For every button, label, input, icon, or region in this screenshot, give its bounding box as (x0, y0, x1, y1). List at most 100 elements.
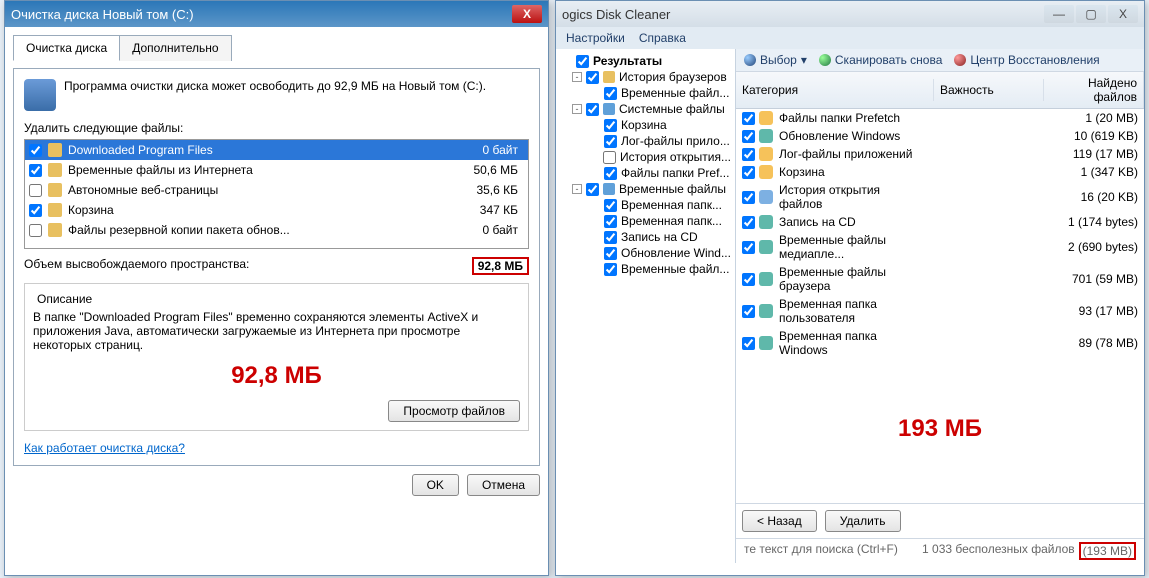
results-tree[interactable]: Результаты-История браузеровВременные фа… (556, 49, 736, 563)
grid-row[interactable]: Временные файлы медиапле... 2 (690 bytes… (736, 231, 1144, 263)
maximize-button[interactable]: ▢ (1076, 5, 1106, 23)
tree-checkbox[interactable] (604, 247, 617, 260)
grid-row[interactable]: Временные файлы браузера 701 (59 MB) (736, 263, 1144, 295)
file-row[interactable]: Автономные веб-страницы 35,6 КБ (25, 180, 528, 200)
how-link[interactable]: Как работает очистка диска? (24, 441, 185, 455)
tree-row[interactable]: -История браузеров (556, 69, 735, 85)
col-found[interactable]: Найдено файлов (1044, 72, 1144, 108)
row-checkbox[interactable] (742, 273, 755, 286)
file-icon (48, 183, 62, 197)
tree-label: Временные файл... (621, 86, 729, 100)
cancel-button[interactable]: Отмена (467, 474, 540, 496)
tree-row[interactable]: Временные файл... (556, 261, 735, 277)
file-checkbox[interactable] (29, 184, 42, 197)
grid-row[interactable]: Временная папка Windows 89 (78 MB) (736, 327, 1144, 359)
files-listbox[interactable]: Downloaded Program Files 0 байт Временны… (24, 139, 529, 249)
row-checkbox[interactable] (742, 305, 755, 318)
view-files-button[interactable]: Просмотр файлов (388, 400, 520, 422)
expander-icon[interactable]: - (572, 184, 582, 194)
tree-checkbox[interactable] (604, 119, 617, 132)
tree-row[interactable]: История открытия... (556, 149, 735, 165)
menu-settings[interactable]: Настройки (566, 31, 625, 45)
tree-checkbox[interactable] (586, 103, 599, 116)
tree-row[interactable]: -Системные файлы (556, 101, 735, 117)
file-row[interactable]: Временные файлы из Интернета 50,6 МБ (25, 160, 528, 180)
grid-row[interactable]: Файлы папки Prefetch 1 (20 MB) (736, 109, 1144, 127)
tree-row[interactable]: Корзина (556, 117, 735, 133)
expander-icon[interactable]: - (572, 72, 582, 82)
delete-button[interactable]: Удалить (825, 510, 901, 532)
tab-more[interactable]: Дополнительно (120, 35, 231, 61)
tree-checkbox[interactable] (604, 135, 617, 148)
file-checkbox[interactable] (29, 144, 42, 157)
rescan-icon (819, 54, 831, 66)
row-checkbox[interactable] (742, 112, 755, 125)
tree-row[interactable]: Лог-файлы прило... (556, 133, 735, 149)
row-count: 93 (17 MB) (1038, 304, 1138, 318)
file-icon (48, 143, 62, 157)
tab-cleanup[interactable]: Очистка диска (13, 35, 120, 61)
toolbar-restore[interactable]: Центр Восстановления (954, 53, 1099, 67)
tree-row[interactable]: Файлы папки Pref... (556, 165, 735, 181)
row-count: 10 (619 KB) (1038, 129, 1138, 143)
minimize-button[interactable]: — (1044, 5, 1074, 23)
tree-checkbox[interactable] (604, 215, 617, 228)
col-importance[interactable]: Важность (934, 79, 1044, 101)
close-button[interactable]: X (512, 5, 542, 23)
tree-checkbox[interactable] (586, 71, 599, 84)
ok-button[interactable]: OK (412, 474, 459, 496)
grid-row[interactable]: История открытия файлов 16 (20 KB) (736, 181, 1144, 213)
search-placeholder[interactable]: те текст для поиска (Ctrl+F) (744, 542, 898, 560)
tree-label: История открытия... (620, 150, 731, 164)
file-checkbox[interactable] (29, 204, 42, 217)
row-checkbox[interactable] (742, 166, 755, 179)
col-category[interactable]: Категория (736, 79, 934, 101)
row-count: 1 (174 bytes) (1038, 215, 1138, 229)
file-row[interactable]: Файлы резервной копии пакета обнов... 0 … (25, 220, 528, 240)
tree-checkbox[interactable] (604, 199, 617, 212)
tree-label: Обновление Wind... (621, 246, 731, 260)
tree-checkbox[interactable] (576, 55, 589, 68)
menu-help[interactable]: Справка (639, 31, 686, 45)
title-right: ogics Disk Cleaner (562, 7, 670, 22)
file-checkbox[interactable] (29, 164, 42, 177)
titlebar-right[interactable]: ogics Disk Cleaner — ▢ X (556, 1, 1144, 27)
grid-row[interactable]: Запись на CD 1 (174 bytes) (736, 213, 1144, 231)
category-icon (759, 240, 773, 254)
tree-row[interactable]: Обновление Wind... (556, 245, 735, 261)
tree-checkbox[interactable] (586, 183, 599, 196)
tree-label: Файлы папки Pref... (621, 166, 729, 180)
row-checkbox[interactable] (742, 191, 755, 204)
toolbar-rescan[interactable]: Сканировать снова (819, 53, 942, 67)
close-button-right[interactable]: X (1108, 5, 1138, 23)
grid-row[interactable]: Корзина 1 (347 KB) (736, 163, 1144, 181)
file-name: Файлы резервной копии пакета обнов... (68, 223, 290, 237)
grid-row[interactable]: Лог-файлы приложений 119 (17 MB) (736, 145, 1144, 163)
tree-row[interactable]: Временные файл... (556, 85, 735, 101)
file-checkbox[interactable] (29, 224, 42, 237)
titlebar-left[interactable]: Очистка диска Новый том (C:) X (5, 1, 548, 27)
row-checkbox[interactable] (742, 130, 755, 143)
toolbar-select[interactable]: Выбор ▾ (744, 53, 807, 67)
tree-checkbox[interactable] (604, 87, 617, 100)
grid-row[interactable]: Обновление Windows 10 (619 KB) (736, 127, 1144, 145)
tree-row[interactable]: Временная папк... (556, 213, 735, 229)
row-checkbox[interactable] (742, 216, 755, 229)
row-checkbox[interactable] (742, 148, 755, 161)
tree-checkbox[interactable] (604, 167, 617, 180)
back-button[interactable]: < Назад (742, 510, 817, 532)
file-row[interactable]: Корзина 347 КБ (25, 200, 528, 220)
row-checkbox[interactable] (742, 241, 755, 254)
tree-row[interactable]: -Временные файлы (556, 181, 735, 197)
grid-row[interactable]: Временная папка пользователя 93 (17 MB) (736, 295, 1144, 327)
tree-row[interactable]: Результаты (556, 53, 735, 69)
category-icon (759, 190, 773, 204)
tree-row[interactable]: Временная папк... (556, 197, 735, 213)
tree-checkbox[interactable] (604, 263, 617, 276)
expander-icon[interactable]: - (572, 104, 582, 114)
tree-checkbox[interactable] (604, 231, 617, 244)
tree-row[interactable]: Запись на CD (556, 229, 735, 245)
tree-checkbox[interactable] (603, 151, 616, 164)
row-checkbox[interactable] (742, 337, 755, 350)
file-row[interactable]: Downloaded Program Files 0 байт (25, 140, 528, 160)
